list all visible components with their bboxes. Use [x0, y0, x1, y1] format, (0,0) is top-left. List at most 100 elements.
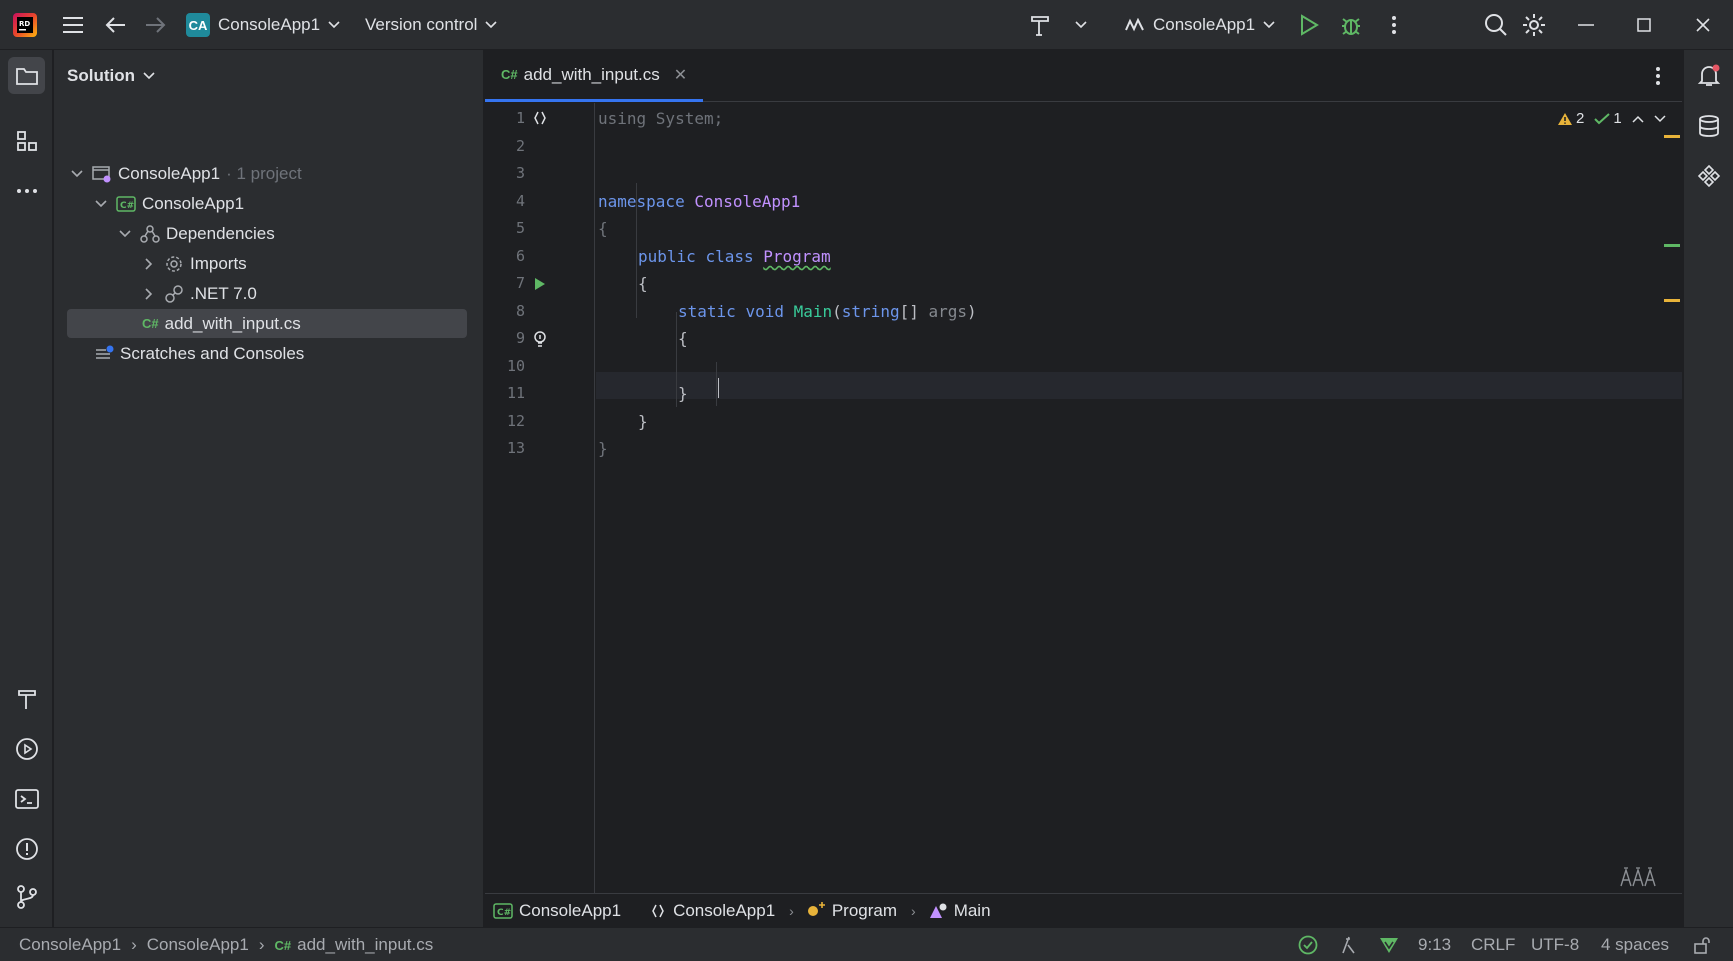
line-ending[interactable]: CRLF — [1471, 928, 1515, 961]
forward-arrow-icon[interactable] — [144, 0, 166, 50]
current-line-highlight — [596, 372, 1682, 399]
ai-assistant-icon[interactable] — [1341, 928, 1357, 961]
svg-text:C#: C# — [120, 201, 134, 211]
problems-icon[interactable] — [8, 830, 45, 867]
tree-item-imports[interactable]: Imports — [142, 249, 247, 278]
search-icon[interactable] — [1484, 0, 1508, 50]
project-badge: CA — [186, 13, 210, 37]
back-arrow-icon[interactable] — [105, 0, 127, 50]
reader-mode-font-icon[interactable] — [1620, 865, 1656, 887]
breadcrumb-method[interactable]: Main — [928, 901, 991, 921]
lightbulb-icon[interactable] — [533, 330, 547, 348]
indentation[interactable]: 4 spaces — [1601, 928, 1669, 961]
code-line-3[interactable]: namespace ConsoleApp1 — [598, 188, 800, 215]
run-gutter-icon[interactable] — [534, 277, 546, 291]
warnings-count[interactable]: 2 — [1557, 110, 1584, 127]
tree-item-solution[interactable]: ConsoleApp1 · 1 project — [70, 159, 302, 188]
notifications-bell-icon[interactable] — [1690, 57, 1727, 94]
dependencies-label: Dependencies — [166, 223, 275, 243]
cursor-position[interactable]: 9:13 — [1418, 928, 1451, 961]
close-window-icon[interactable] — [1696, 0, 1710, 50]
chevron-right-icon[interactable] — [142, 287, 156, 301]
maximize-window-icon[interactable] — [1637, 0, 1651, 50]
structure-icon[interactable] — [8, 122, 45, 159]
run-icon[interactable] — [1299, 0, 1319, 50]
line-number: 12 — [506, 412, 525, 430]
tab-add-with-input[interactable]: C# add_with_input.cs ✕ — [485, 50, 703, 102]
solution-title: Solution — [67, 66, 135, 85]
vcs-status-icon[interactable] — [1379, 928, 1399, 961]
status-path-file[interactable]: add_with_input.cs — [297, 935, 433, 955]
code-line-4[interactable]: { — [598, 215, 608, 242]
lock-icon[interactable] — [1693, 928, 1711, 961]
code-line-6[interactable]: { — [638, 270, 648, 297]
code-line-10[interactable]: } — [678, 380, 688, 407]
code-line-8[interactable]: { — [678, 325, 688, 352]
build-options-chevron-icon[interactable] — [1075, 0, 1087, 50]
code-line-5[interactable]: public class Program — [638, 243, 831, 270]
previous-highlight-chevron-up-icon[interactable] — [1632, 115, 1644, 123]
chevron-down-icon[interactable] — [118, 227, 132, 241]
code-line-7[interactable]: static void Main(string[] args) — [678, 298, 977, 325]
nuget-packages-icon[interactable] — [1690, 157, 1727, 194]
solution-title-dropdown[interactable]: Solution — [67, 66, 155, 86]
more-tool-windows-icon[interactable] — [8, 172, 45, 209]
minimize-window-icon[interactable] — [1578, 0, 1594, 50]
close-tab-icon[interactable]: ✕ — [674, 65, 687, 85]
debug-icon[interactable] — [1340, 0, 1362, 50]
version-control-menu[interactable]: Version control — [365, 0, 498, 50]
namespace-scope-icon[interactable] — [533, 111, 547, 125]
breadcrumb-project-label: ConsoleApp1 — [519, 900, 622, 920]
right-tool-strip — [1683, 50, 1733, 927]
solution-project-count: · 1 project — [226, 163, 302, 183]
svg-text:C#: C# — [497, 908, 511, 918]
code-text: } — [638, 412, 648, 431]
settings-gear-icon[interactable] — [1522, 0, 1546, 50]
build-hammer-icon[interactable] — [8, 680, 45, 717]
project-switcher[interactable]: CA ConsoleApp1 — [186, 0, 340, 50]
git-branch-icon[interactable] — [8, 878, 45, 915]
chevron-down-icon[interactable] — [94, 197, 108, 211]
code-line-1[interactable]: using System; — [598, 105, 723, 132]
database-icon[interactable] — [1690, 107, 1727, 144]
run-tool-window-icon[interactable] — [8, 730, 45, 767]
code-token-type: string — [841, 302, 900, 321]
text-caret — [718, 378, 719, 398]
tree-item-scratches[interactable]: Scratches and Consoles — [94, 339, 304, 368]
tree-item-file[interactable]: C# add_with_input.cs — [67, 309, 467, 338]
inspection-ok-icon[interactable] — [1298, 928, 1318, 961]
csharp-project-icon: C# — [116, 195, 136, 212]
more-actions-icon[interactable] — [1391, 0, 1397, 50]
chevron-down-icon — [143, 72, 155, 80]
inspection-widget[interactable]: 2 1 — [1557, 110, 1666, 127]
tree-item-dependencies[interactable]: Dependencies — [118, 219, 275, 248]
checks-count[interactable]: 1 — [1594, 110, 1622, 127]
rider-logo-icon[interactable]: RD — [12, 0, 38, 50]
solution-explorer-folder-icon[interactable] — [8, 57, 45, 94]
breadcrumb-class[interactable]: Program — [806, 901, 897, 921]
imports-gear-icon — [166, 255, 182, 272]
code-line-11[interactable]: } — [638, 408, 648, 435]
warning-marker[interactable] — [1664, 299, 1680, 302]
run-configuration-selector[interactable]: ConsoleApp1 — [1125, 0, 1275, 50]
code-token-method: Main — [793, 302, 833, 321]
dependencies-icon — [140, 224, 160, 243]
editor-tabs-more-icon[interactable] — [1655, 66, 1661, 86]
breadcrumb-project[interactable]: C# ConsoleApp1 — [493, 901, 621, 921]
breadcrumb-namespace[interactable]: ConsoleApp1 — [651, 901, 775, 921]
info-marker[interactable] — [1664, 244, 1680, 247]
code-editor: C# add_with_input.cs ✕ 1 2 3 4 5 6 7 8 9… — [485, 50, 1682, 893]
build-hammer-icon[interactable] — [1030, 0, 1050, 50]
file-encoding[interactable]: UTF-8 — [1531, 928, 1579, 961]
chevron-right-icon[interactable] — [142, 257, 156, 271]
status-path-project[interactable]: ConsoleApp1 — [19, 935, 121, 955]
status-path-folder[interactable]: ConsoleApp1 — [147, 935, 249, 955]
terminal-icon[interactable] — [8, 780, 45, 817]
warning-marker[interactable] — [1664, 135, 1680, 138]
main-menu-icon[interactable] — [62, 0, 84, 50]
code-line-12[interactable]: } — [598, 435, 608, 462]
tree-item-project[interactable]: C# ConsoleApp1 — [94, 189, 244, 218]
next-highlight-chevron-down-icon[interactable] — [1654, 114, 1666, 123]
chevron-down-icon[interactable] — [70, 167, 84, 181]
tree-item-framework[interactable]: .NET 7.0 — [142, 279, 257, 308]
